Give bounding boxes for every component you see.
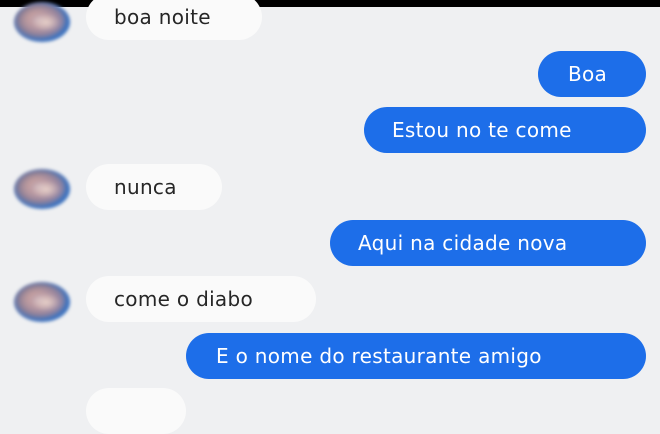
message-text: E o nome do restaurante amigo <box>216 344 542 368</box>
outgoing-message-bubble[interactable]: Aqui na cidade nova <box>330 220 646 266</box>
message-text: boa noite <box>114 5 211 29</box>
incoming-message-bubble[interactable]: boa noite <box>86 0 262 40</box>
message-text: Boa <box>568 62 608 86</box>
incoming-message-bubble[interactable]: nunca <box>86 164 222 210</box>
contact-avatar-icon[interactable] <box>14 2 70 42</box>
outgoing-message-bubble[interactable]: E o nome do restaurante amigo <box>186 333 646 379</box>
incoming-message-bubble-partial <box>86 388 186 434</box>
outgoing-message-bubble[interactable]: Boa <box>538 51 646 97</box>
incoming-message-bubble[interactable]: come o diabo <box>86 276 316 322</box>
message-text: nunca <box>114 175 177 199</box>
message-text: Estou no te come <box>392 118 572 142</box>
message-text: come o diabo <box>114 287 254 311</box>
contact-avatar-icon[interactable] <box>14 282 70 322</box>
outgoing-message-bubble[interactable]: Estou no te come <box>364 107 646 153</box>
contact-avatar-icon[interactable] <box>14 169 70 209</box>
message-text: Aqui na cidade nova <box>358 231 568 255</box>
